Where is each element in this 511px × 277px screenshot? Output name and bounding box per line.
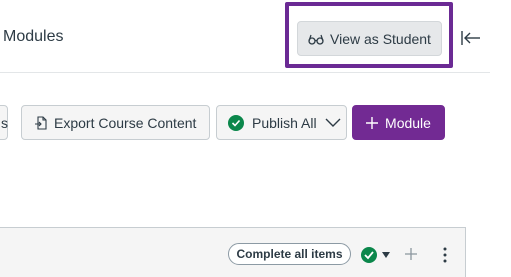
complete-all-items-badge[interactable]: Complete all items (228, 243, 351, 265)
add-module-button[interactable]: Module (352, 105, 445, 140)
export-icon (35, 115, 47, 130)
plus-icon[interactable] (405, 248, 417, 260)
page-title: Modules (3, 28, 64, 45)
glasses-icon (308, 34, 324, 45)
modules-page: Modules View as Student s Export Course … (0, 0, 511, 277)
add-module-label: Module (385, 114, 431, 131)
publish-all-button[interactable]: Publish All (216, 105, 347, 140)
caret-down-icon[interactable] (382, 252, 390, 258)
kebab-menu-icon[interactable] (442, 247, 448, 263)
chevron-down-icon (325, 118, 341, 127)
view-as-student-button[interactable]: View as Student (297, 21, 442, 56)
partial-toolbar-button[interactable]: s (0, 105, 8, 140)
plus-icon (366, 116, 379, 129)
view-as-student-label: View as Student (330, 30, 431, 47)
collapse-sidebar-icon[interactable] (460, 29, 482, 47)
export-course-content-button[interactable]: Export Course Content (21, 105, 210, 140)
green-check-icon[interactable] (361, 247, 377, 263)
publish-all-label: Publish All (252, 114, 317, 131)
complete-all-items-label: Complete all items (236, 247, 343, 261)
export-course-content-label: Export Course Content (54, 114, 197, 131)
partial-toolbar-label: s (1, 114, 8, 131)
green-check-icon (228, 114, 244, 131)
